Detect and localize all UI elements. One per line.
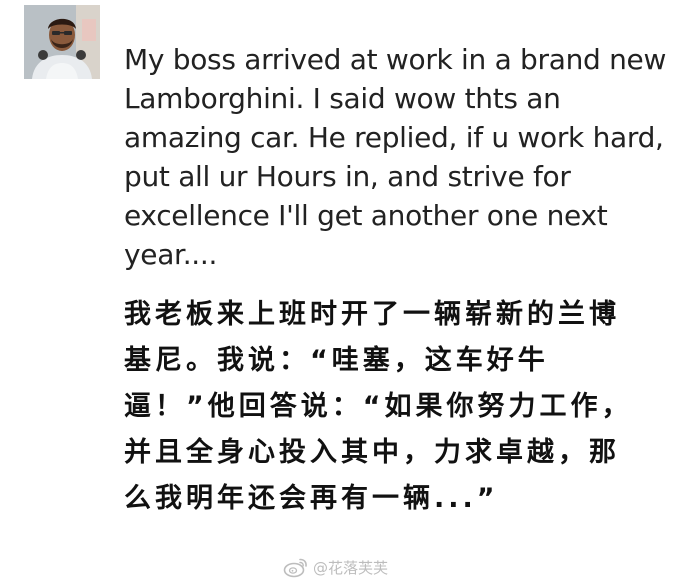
watermark-text: @花落芙芙 — [313, 558, 389, 577]
avatar[interactable] — [24, 5, 100, 79]
weibo-logo-icon — [283, 558, 307, 578]
post-translation: 我老板来上班时开了一辆崭新的兰博基尼。我说：“哇塞，这车好牛逼！”他回答说：“如… — [124, 299, 633, 514]
user-avatar-photo-icon — [24, 5, 100, 79]
watermark: @花落芙芙 — [283, 554, 388, 580]
post-text: My boss arrived at work in a brand new L… — [124, 43, 667, 271]
